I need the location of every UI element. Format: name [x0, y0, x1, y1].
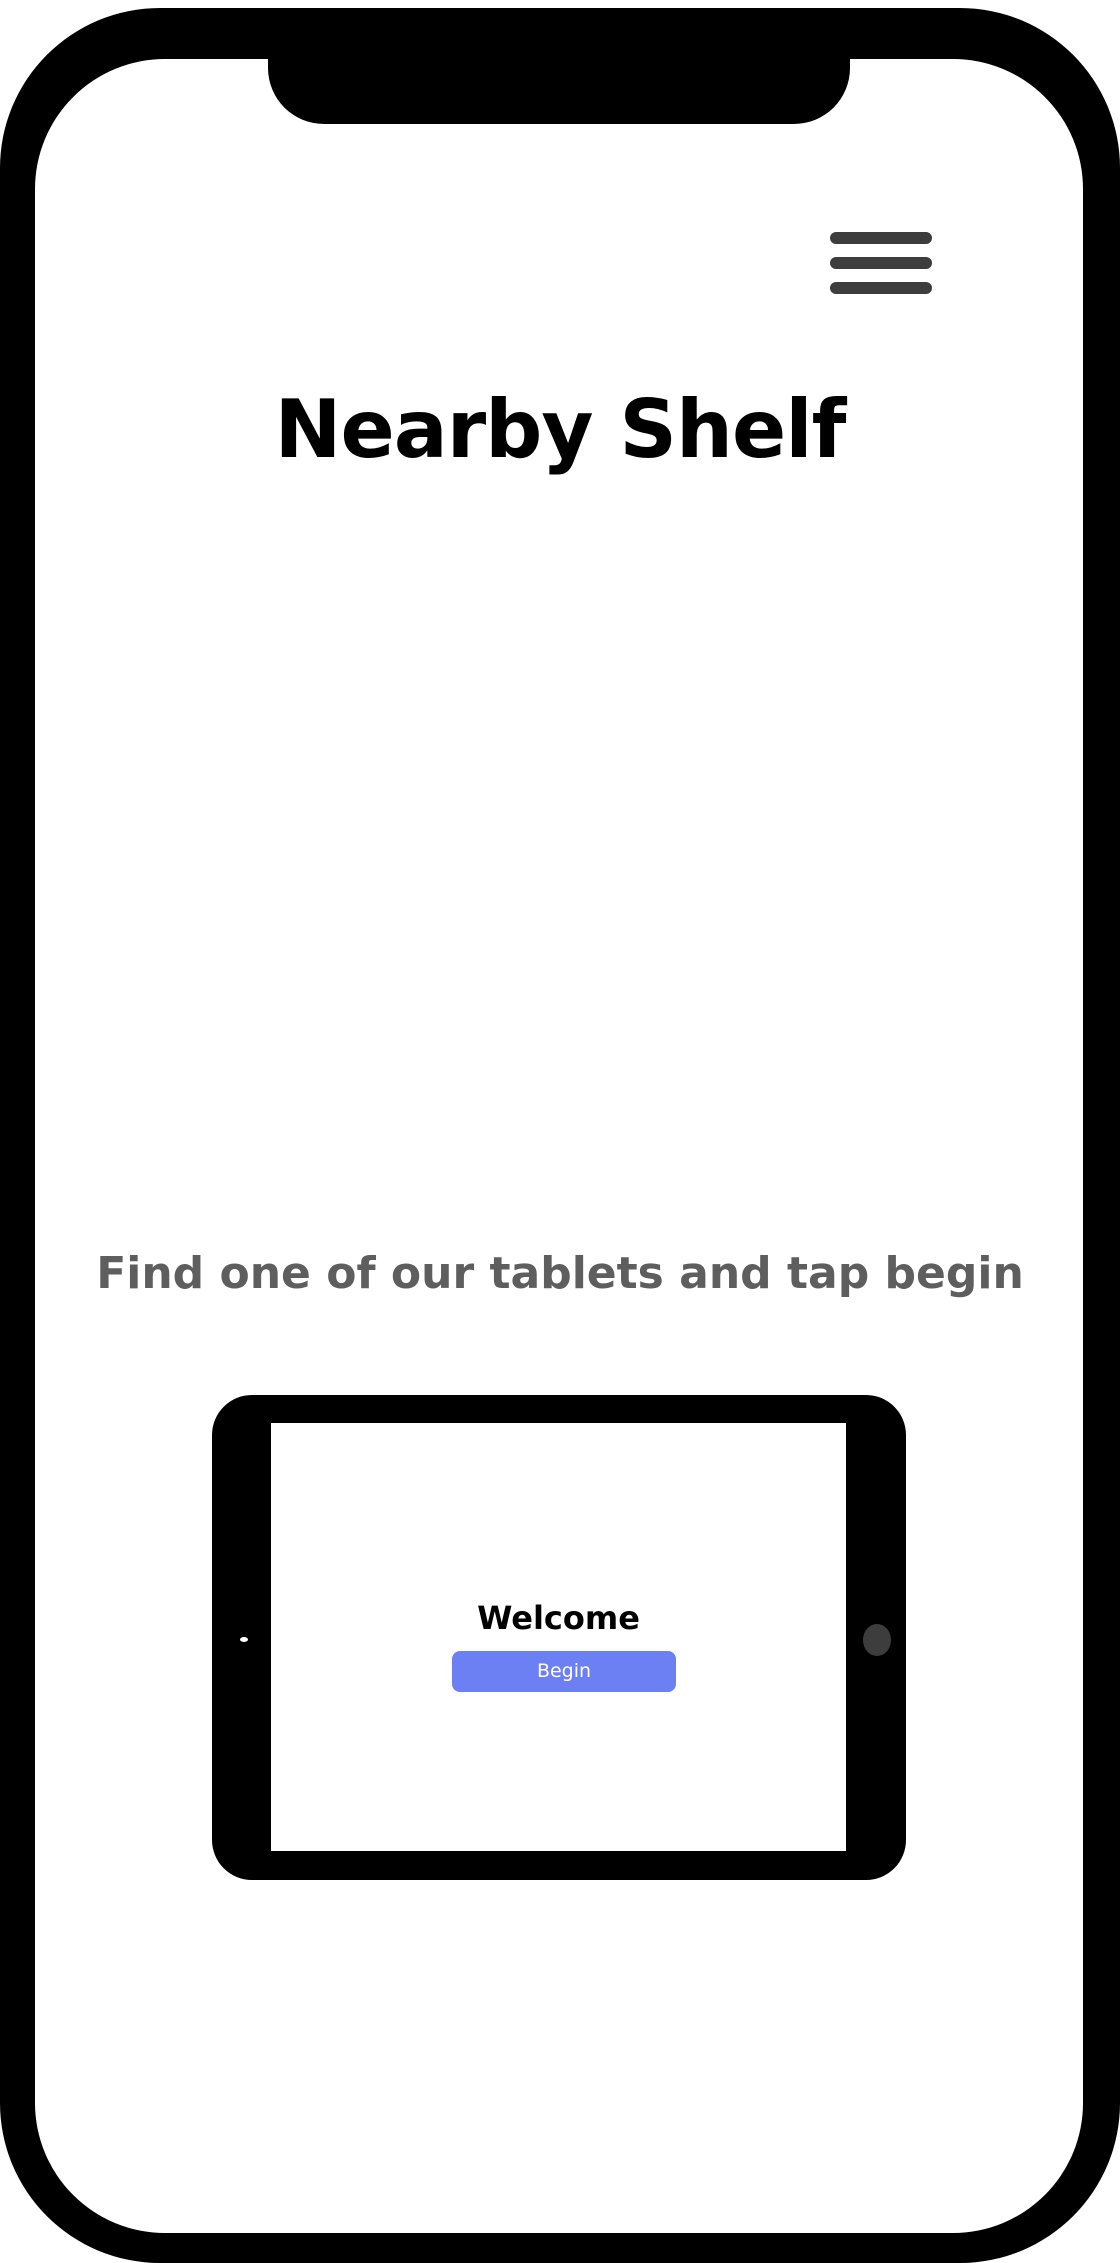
begin-button[interactable]: Begin	[452, 1651, 676, 1692]
phone-frame	[0, 8, 1120, 2263]
tablet-screen: Welcome Begin	[271, 1423, 846, 1851]
hamburger-menu-icon[interactable]	[830, 230, 932, 296]
tablet-home-button-icon	[863, 1624, 891, 1656]
menu-icon-bar-top	[830, 232, 932, 244]
menu-icon-bar-middle	[830, 257, 932, 269]
page-title: Nearby Shelf	[274, 383, 847, 476]
instruction-text: Find one of our tablets and tap begin	[96, 1248, 1024, 1299]
welcome-title: Welcome	[477, 1599, 640, 1637]
tablet-camera-icon	[240, 1637, 248, 1642]
tablet-illustration: Welcome Begin	[212, 1395, 906, 1880]
phone-notch	[268, 44, 850, 124]
menu-icon-bar-bottom	[830, 282, 932, 294]
